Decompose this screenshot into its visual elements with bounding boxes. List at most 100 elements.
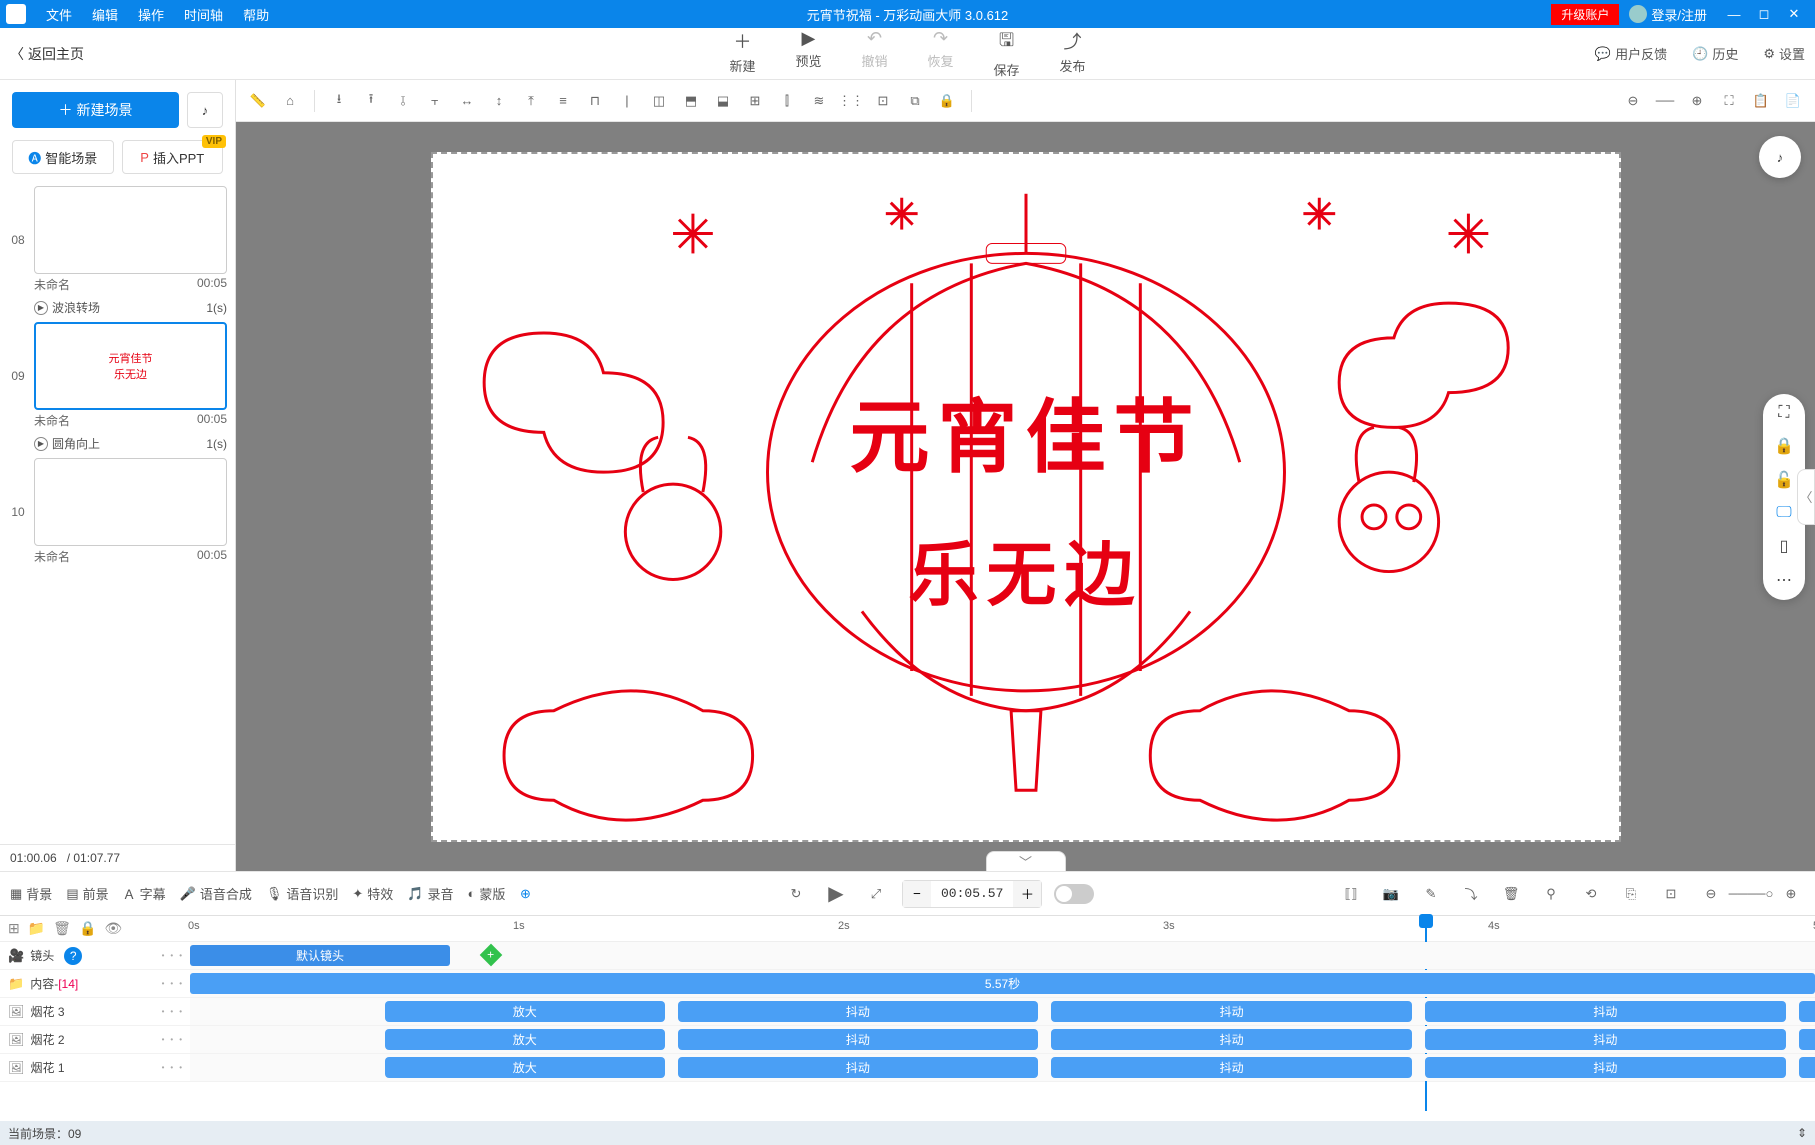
effect-clip[interactable]: 放大 — [385, 1029, 665, 1050]
effect-clip[interactable]: 放大 — [385, 1001, 665, 1022]
unlock-icon[interactable]: 🔓 — [1774, 470, 1794, 490]
ruler-icon[interactable]: 📏 — [244, 87, 272, 115]
insert-ppt-button[interactable]: P 插入PPT VIP — [122, 140, 224, 174]
topright-用户反馈[interactable]: 💬用户反馈 — [1595, 44, 1667, 63]
folder-add-icon[interactable]: 📁 — [28, 920, 45, 937]
align-tool-10[interactable]: ◫ — [645, 87, 673, 115]
effect-clip[interactable]: 抖动 — [678, 1057, 1039, 1078]
play-transition-icon[interactable]: ▶ — [34, 437, 48, 451]
track-label-烟花 2[interactable]: 🖼 烟花 2 ••• — [0, 1026, 190, 1053]
pbr-1[interactable]: 📷 — [1377, 880, 1405, 908]
pbr-7[interactable]: ⎘ — [1617, 880, 1645, 908]
content-clip[interactable]: 5.57秒 — [190, 973, 1815, 994]
pb-录音[interactable]: 🎵录音 — [407, 884, 453, 903]
pb-蒙版[interactable]: ◐蒙版 — [468, 884, 506, 903]
pb-字幕[interactable]: Ａ字幕 — [123, 884, 166, 903]
pbr-4[interactable]: 🗑 — [1497, 880, 1525, 908]
add-keyframe[interactable]: + — [483, 947, 499, 963]
align-tool-9[interactable]: | — [613, 87, 641, 115]
maximize-button[interactable]: ◻ — [1749, 0, 1779, 28]
align-tool-11[interactable]: ⬒ — [677, 87, 705, 115]
align-tool-6[interactable]: ⤒ — [517, 87, 545, 115]
toolbtn-预览[interactable]: ▶预览 — [795, 28, 821, 79]
effect-clip[interactable]: 抖动 — [1425, 1001, 1786, 1022]
pbr-0[interactable]: ⟦⟧ — [1337, 880, 1365, 908]
new-scene-button[interactable]: ＋ 新建场景 — [12, 92, 179, 128]
trash-icon[interactable]: 🗑 — [53, 920, 71, 937]
time-plus-button[interactable]: ＋ — [1013, 881, 1041, 907]
track-label-烟花 1[interactable]: 🖼 烟花 1 ••• — [0, 1054, 190, 1081]
scene-music-button[interactable]: ♪ — [187, 92, 223, 128]
track-lane[interactable]: 放大抖动抖动抖动— — [190, 1026, 1815, 1053]
align-tool-3[interactable]: ⫟ — [421, 87, 449, 115]
pbr-6[interactable]: ⟲ — [1577, 880, 1605, 908]
mobile-view-icon[interactable]: ▯ — [1780, 536, 1789, 556]
align-tool-19[interactable]: 🔒 — [933, 87, 961, 115]
scene-thumb-10[interactable] — [34, 458, 227, 546]
transition-08[interactable]: ▶波浪转场1(s) — [34, 299, 227, 316]
desktop-view-icon[interactable]: 🖵 — [1776, 504, 1791, 522]
smart-scene-button[interactable]: 🅐 智能场景 — [12, 140, 114, 174]
lock-track-icon[interactable]: 🔒 — [79, 920, 96, 937]
topright-设置[interactable]: ⚙设置 — [1763, 44, 1805, 63]
effect-clip[interactable]: 放大 — [385, 1057, 665, 1078]
menu-edit[interactable]: 编辑 — [92, 5, 118, 24]
effect-clip[interactable]: — — [1799, 1029, 1815, 1050]
zoom-tool-3[interactable]: ⛶ — [1715, 87, 1743, 115]
effect-clip[interactable]: 抖动 — [1425, 1029, 1786, 1050]
eye-icon[interactable]: 👁 — [104, 920, 122, 937]
align-tool-0[interactable]: ⭳ — [325, 87, 353, 115]
fit-screen-icon[interactable]: ⛶ — [1778, 404, 1789, 422]
pbr-11[interactable]: ⊕ — [1777, 880, 1805, 908]
align-tool-17[interactable]: ⊡ — [869, 87, 897, 115]
help-icon[interactable]: ? — [64, 947, 82, 965]
pbr-3[interactable]: ⤵ — [1457, 880, 1485, 908]
time-ruler[interactable]: 0s1s2s3s4s5s — [190, 916, 1815, 941]
pb-特效[interactable]: ✦特效 — [352, 884, 393, 903]
align-tool-15[interactable]: ≋ — [805, 87, 833, 115]
play-icon[interactable]: ▶ — [822, 880, 850, 908]
effect-clip[interactable]: — — [1799, 1057, 1815, 1078]
effect-clip[interactable]: 抖动 — [678, 1029, 1039, 1050]
more-icon[interactable]: ⋯ — [1776, 570, 1792, 590]
pb-前景[interactable]: ▤前景 — [66, 884, 108, 903]
canvas-music-button[interactable]: ♪ — [1759, 136, 1801, 178]
zoom-tool-4[interactable]: 📋 — [1747, 87, 1775, 115]
transition-09[interactable]: ▶圆角向上1(s) — [34, 435, 227, 452]
track-lane[interactable]: 放大抖动抖动抖动— — [190, 998, 1815, 1025]
align-tool-16[interactable]: ⋮⋮ — [837, 87, 865, 115]
effect-clip[interactable]: 抖动 — [678, 1001, 1039, 1022]
effect-clip[interactable]: — — [1799, 1001, 1815, 1022]
pb-语音识别[interactable]: 🎙语音识别 — [266, 884, 339, 903]
pbr-5[interactable]: ⚲ — [1537, 880, 1565, 908]
pb-语音合成[interactable]: 🎤语音合成 — [180, 884, 252, 903]
fullscreen-icon[interactable]: ⤢ — [862, 880, 890, 908]
align-tool-14[interactable]: ⫿ — [773, 87, 801, 115]
more-options-icon[interactable]: ⊕ — [511, 880, 539, 908]
menu-help[interactable]: 帮助 — [243, 5, 269, 24]
toolbtn-新建[interactable]: ＋新建 — [729, 28, 755, 79]
align-tool-4[interactable]: ↔ — [453, 87, 481, 115]
toggle-bottom-panel[interactable]: ﹀ — [986, 851, 1066, 871]
track-lane[interactable]: 放大抖动抖动抖动— — [190, 1054, 1815, 1081]
menu-timeline[interactable]: 时间轴 — [184, 5, 223, 24]
align-tool-2[interactable]: ⫱ — [389, 87, 417, 115]
track-label-烟花 3[interactable]: 🖼 烟花 3 ••• — [0, 998, 190, 1025]
home-icon[interactable]: ⌂ — [276, 87, 304, 115]
zoom-tool-1[interactable]: ── — [1651, 87, 1679, 115]
login-button[interactable]: 登录/注册 — [1629, 5, 1707, 24]
align-tool-5[interactable]: ↕ — [485, 87, 513, 115]
menu-action[interactable]: 操作 — [138, 5, 164, 24]
effect-clip[interactable]: 抖动 — [1425, 1057, 1786, 1078]
minimize-button[interactable]: — — [1719, 0, 1749, 28]
align-tool-18[interactable]: ⧉ — [901, 87, 929, 115]
back-home[interactable]: 〈 返回主页 — [10, 44, 84, 64]
stage-canvas[interactable]: 元宵佳节 乐无边 — [431, 152, 1621, 842]
add-track-icon[interactable]: ⊞ — [8, 920, 20, 937]
track-label-内容-[interactable]: 📁 内容-[14] ••• — [0, 970, 190, 997]
pb-背景[interactable]: ▦背景 — [10, 884, 52, 903]
lock-icon[interactable]: 🔒 — [1774, 436, 1794, 456]
pbr-10[interactable]: ────○ — [1737, 880, 1765, 908]
scene-thumb-08[interactable] — [34, 186, 227, 274]
camera-clip[interactable]: 默认镜头 — [190, 945, 450, 966]
